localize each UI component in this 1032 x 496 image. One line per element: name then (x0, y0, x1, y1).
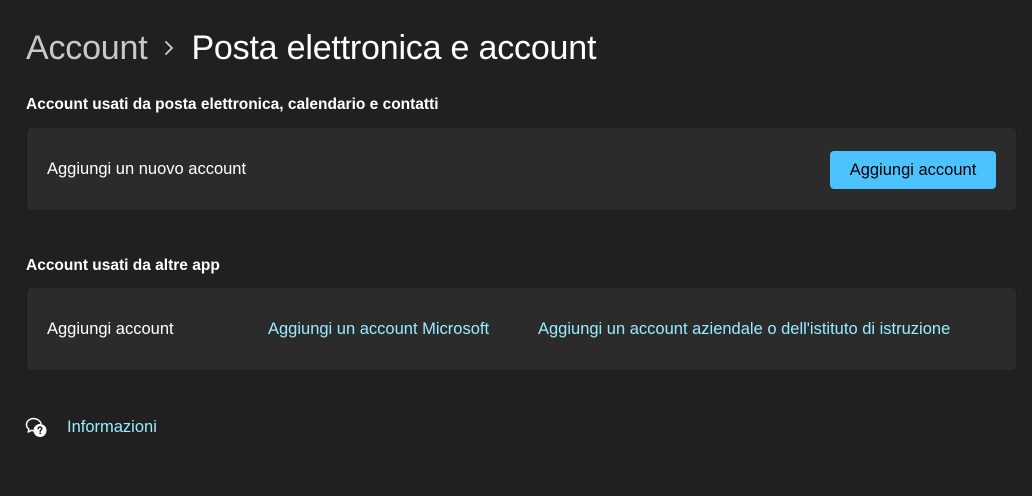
add-account-button[interactable]: Aggiungi account (830, 151, 996, 189)
chevron-right-icon (147, 24, 191, 72)
other-apps-label: Aggiungi account (47, 319, 174, 338)
add-new-account-label: Aggiungi un nuovo account (47, 159, 247, 178)
info-link[interactable]: Informazioni (67, 418, 157, 437)
section-title-other-apps: Account usati da altre app (26, 257, 220, 274)
add-microsoft-account-link[interactable]: Aggiungi un account Microsoft (268, 288, 489, 370)
breadcrumb-parent[interactable]: Account (26, 29, 148, 68)
page-title: Posta elettronica e account (191, 28, 597, 67)
breadcrumb: Account Posta elettronica e account (26, 24, 596, 72)
add-new-account-card: Aggiungi un nuovo account Aggiungi accou… (26, 127, 1017, 211)
section-title-email: Account usati da posta elettronica, cale… (26, 96, 439, 113)
add-work-school-account-link[interactable]: Aggiungi un account aziendale o dell'ist… (538, 288, 950, 370)
help-chat-icon (24, 415, 48, 439)
other-apps-card: Aggiungi account Aggiungi un account Mic… (26, 287, 1017, 371)
help-row: Informazioni (24, 412, 157, 442)
settings-page: Account Posta elettronica e account Acco… (0, 0, 1032, 496)
